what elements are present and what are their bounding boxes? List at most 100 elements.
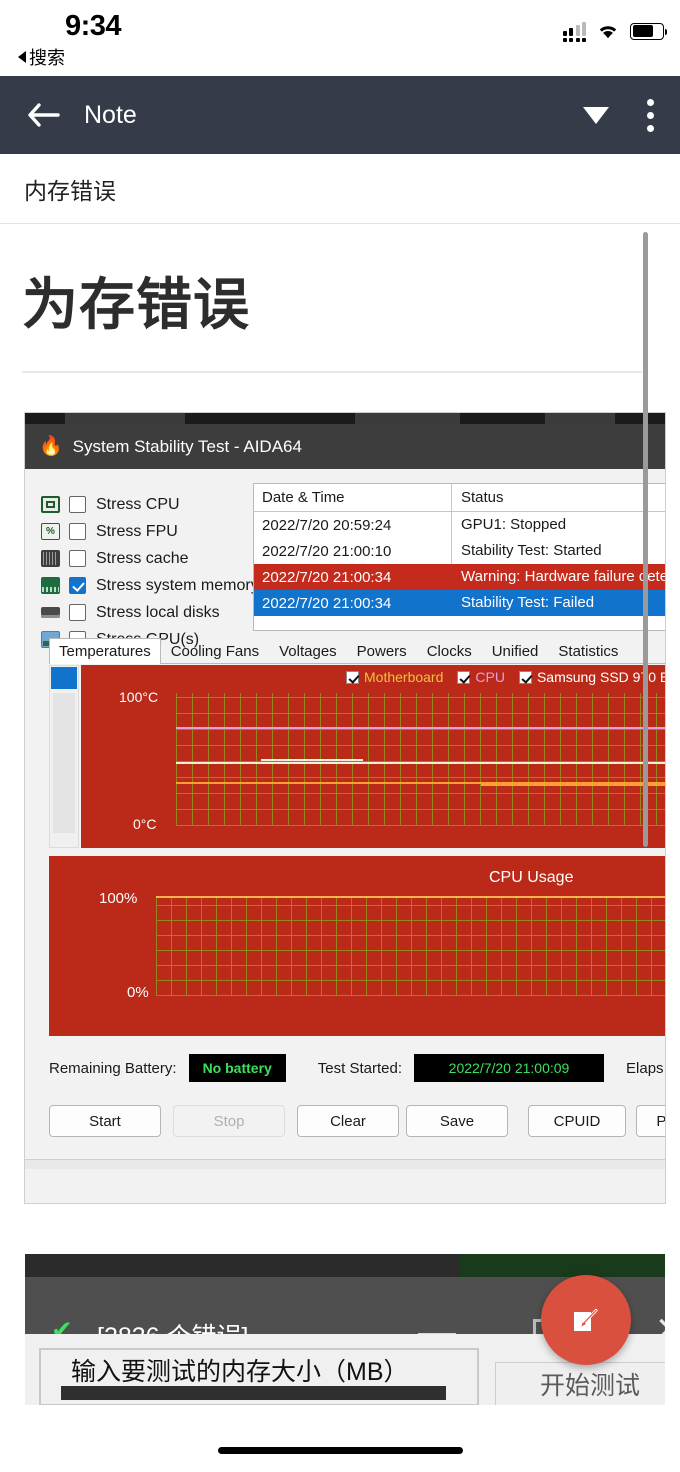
- status-time: 9:34: [65, 10, 122, 42]
- table-row-warning[interactable]: 2022/7/20 21:00:34 Warning: Hardware fai…: [254, 564, 665, 590]
- stress-option-label: Stress CPU: [96, 495, 180, 513]
- legend-item-cpu[interactable]: CPU: [457, 669, 505, 685]
- series-line-cpu: [176, 727, 665, 729]
- aida64-screenshot: 🔥 System Stability Test - AIDA64 Stress …: [25, 413, 665, 1203]
- tab-clocks[interactable]: Clocks: [417, 638, 482, 664]
- memory-stick-icon: [41, 577, 60, 594]
- stress-option-system-memory[interactable]: Stress system memory: [41, 572, 269, 599]
- stress-cpu-checkbox[interactable]: [69, 496, 86, 513]
- flame-icon: 🔥: [39, 436, 63, 457]
- battery-icon: [630, 22, 667, 40]
- bottom-safe-area: [0, 1405, 680, 1472]
- wifi-icon: [597, 23, 619, 39]
- table-row[interactable]: 2022/7/20 21:00:10 Stability Test: Start…: [254, 538, 665, 564]
- clear-button[interactable]: Clear: [297, 1105, 399, 1137]
- scrollbar-track[interactable]: [53, 693, 75, 833]
- column-header-datetime: Date & Time: [262, 489, 345, 506]
- event-log-table[interactable]: Date & Time Status 2022/7/20 20:59:24 GP…: [253, 483, 665, 631]
- stress-cache-checkbox[interactable]: [69, 550, 86, 567]
- content-divider: [22, 371, 642, 373]
- stress-fpu-checkbox[interactable]: [69, 523, 86, 540]
- edit-pencil-icon: [569, 1303, 603, 1337]
- note-subtitle-bar: 内存错误: [0, 154, 680, 224]
- cell-datetime: 2022/7/20 20:59:24: [262, 516, 392, 534]
- stress-option-local-disks[interactable]: Stress local disks: [41, 599, 269, 626]
- tab-statistics[interactable]: Statistics: [548, 638, 628, 664]
- legend-checkbox[interactable]: [346, 670, 359, 684]
- chart-legend[interactable]: Motherboard CPU Samsung SSD 970 EVO: [346, 669, 665, 685]
- save-button[interactable]: Save: [406, 1105, 508, 1137]
- series-line-ssd: [176, 762, 665, 764]
- status-icons: [562, 20, 667, 42]
- legend-checkbox[interactable]: [457, 670, 471, 684]
- stress-option-label: Stress FPU: [96, 522, 178, 540]
- stress-local-disks-checkbox[interactable]: [69, 604, 86, 621]
- cell-status: Stability Test: Started: [451, 538, 665, 564]
- cache-icon: [41, 550, 60, 567]
- legend-checkbox[interactable]: [518, 670, 532, 684]
- start-test-button[interactable]: 开始测试: [495, 1362, 665, 1405]
- caret-down-icon[interactable]: [583, 106, 609, 124]
- table-row[interactable]: 2022/7/20 20:59:24 GPU1: Stopped: [254, 512, 665, 538]
- memory-size-input[interactable]: [61, 1386, 446, 1400]
- aida-window-body: Stress CPU % Stress FPU Stress cache Str…: [25, 469, 665, 1203]
- chart-gridlines: [176, 693, 665, 826]
- legend-item-motherboard[interactable]: Motherboard: [346, 669, 443, 685]
- stress-option-cache[interactable]: Stress cache: [41, 545, 269, 572]
- scrollbar-thumb[interactable]: [51, 667, 77, 689]
- test-status-bar: Remaining Battery: No battery Test Start…: [25, 1047, 665, 1089]
- cell-status: GPU1: Stopped: [451, 512, 665, 538]
- series-line-ssd-peak: [261, 759, 363, 761]
- aida-title-bar: 🔥 System Stability Test - AIDA64: [25, 424, 665, 469]
- table-row-selected[interactable]: 2022/7/20 21:00:34 Stability Test: Faile…: [254, 590, 665, 616]
- series-line-motherboard-step: [481, 784, 665, 786]
- back-arrow-icon[interactable]: [26, 102, 60, 128]
- legend-label: Motherboard: [364, 669, 444, 685]
- signal-icon: [562, 20, 586, 42]
- battery-label: Remaining Battery:: [49, 1059, 177, 1077]
- note-content[interactable]: 为存错误 🔥 System Stability Test - AIDA64 St…: [0, 225, 680, 1405]
- stop-button: Stop: [173, 1105, 285, 1137]
- screen: 9:34 搜索 Note 内存错误 为存错误 🔥 System Stabilit…: [0, 0, 680, 1472]
- return-to-search-button[interactable]: 搜索: [18, 44, 65, 70]
- note-subtitle: 内存错误: [24, 178, 116, 204]
- tab-unified[interactable]: Unified: [482, 638, 549, 664]
- stress-system-memory-checkbox[interactable]: [69, 577, 86, 594]
- edit-note-fab[interactable]: [541, 1275, 631, 1365]
- cpu-usage-chart: CPU Usage 100% 0%: [49, 856, 665, 1036]
- tab-powers[interactable]: Powers: [347, 638, 417, 664]
- ios-status-bar: 9:34 搜索: [0, 0, 680, 76]
- fpu-percent-icon: %: [41, 523, 60, 540]
- page-title: Note: [84, 100, 137, 129]
- stress-option-label: Stress local disks: [96, 603, 220, 621]
- stress-option-fpu[interactable]: % Stress FPU: [41, 518, 269, 545]
- app-bar: Note: [0, 76, 680, 154]
- temperatures-chart: Motherboard CPU Samsung SSD 970 EVO: [49, 665, 665, 848]
- battery-value: No battery: [188, 1054, 286, 1082]
- return-label: 搜索: [29, 48, 65, 68]
- legend-label: CPU: [475, 669, 505, 685]
- note-scrollbar[interactable]: [643, 232, 648, 847]
- tab-cooling-fans[interactable]: Cooling Fans: [161, 638, 269, 664]
- chart-tabs[interactable]: Temperatures Cooling Fans Voltages Power…: [49, 637, 665, 664]
- cell-datetime: 2022/7/20 21:00:34: [262, 594, 392, 612]
- aida-window-title: System Stability Test - AIDA64: [72, 436, 302, 456]
- note-heading: 为存错误: [22, 273, 250, 336]
- cpuid-button[interactable]: CPUID: [528, 1105, 626, 1137]
- temperature-list-scrollbar[interactable]: [49, 665, 79, 848]
- cpu-chart-gridlines: [156, 896, 665, 996]
- start-button[interactable]: Start: [49, 1105, 161, 1137]
- kebab-menu-icon[interactable]: [647, 98, 654, 132]
- home-indicator[interactable]: [218, 1447, 463, 1454]
- stress-option-label: Stress cache: [96, 549, 189, 567]
- tab-temperatures[interactable]: Temperatures: [49, 638, 161, 664]
- desktop-background: [25, 1254, 665, 1277]
- stress-option-cpu[interactable]: Stress CPU: [41, 491, 269, 518]
- cpu-axis-max-label: 100%: [99, 890, 138, 907]
- column-header-status: Status: [451, 484, 665, 512]
- memory-size-group: 输入要测试的内存大小（MB）: [39, 1348, 479, 1405]
- tab-voltages[interactable]: Voltages: [269, 638, 347, 664]
- elapsed-label: Elaps: [626, 1059, 664, 1077]
- preferences-button[interactable]: Prefere: [636, 1105, 665, 1137]
- temp-axis-max-label: 100°C: [119, 689, 159, 705]
